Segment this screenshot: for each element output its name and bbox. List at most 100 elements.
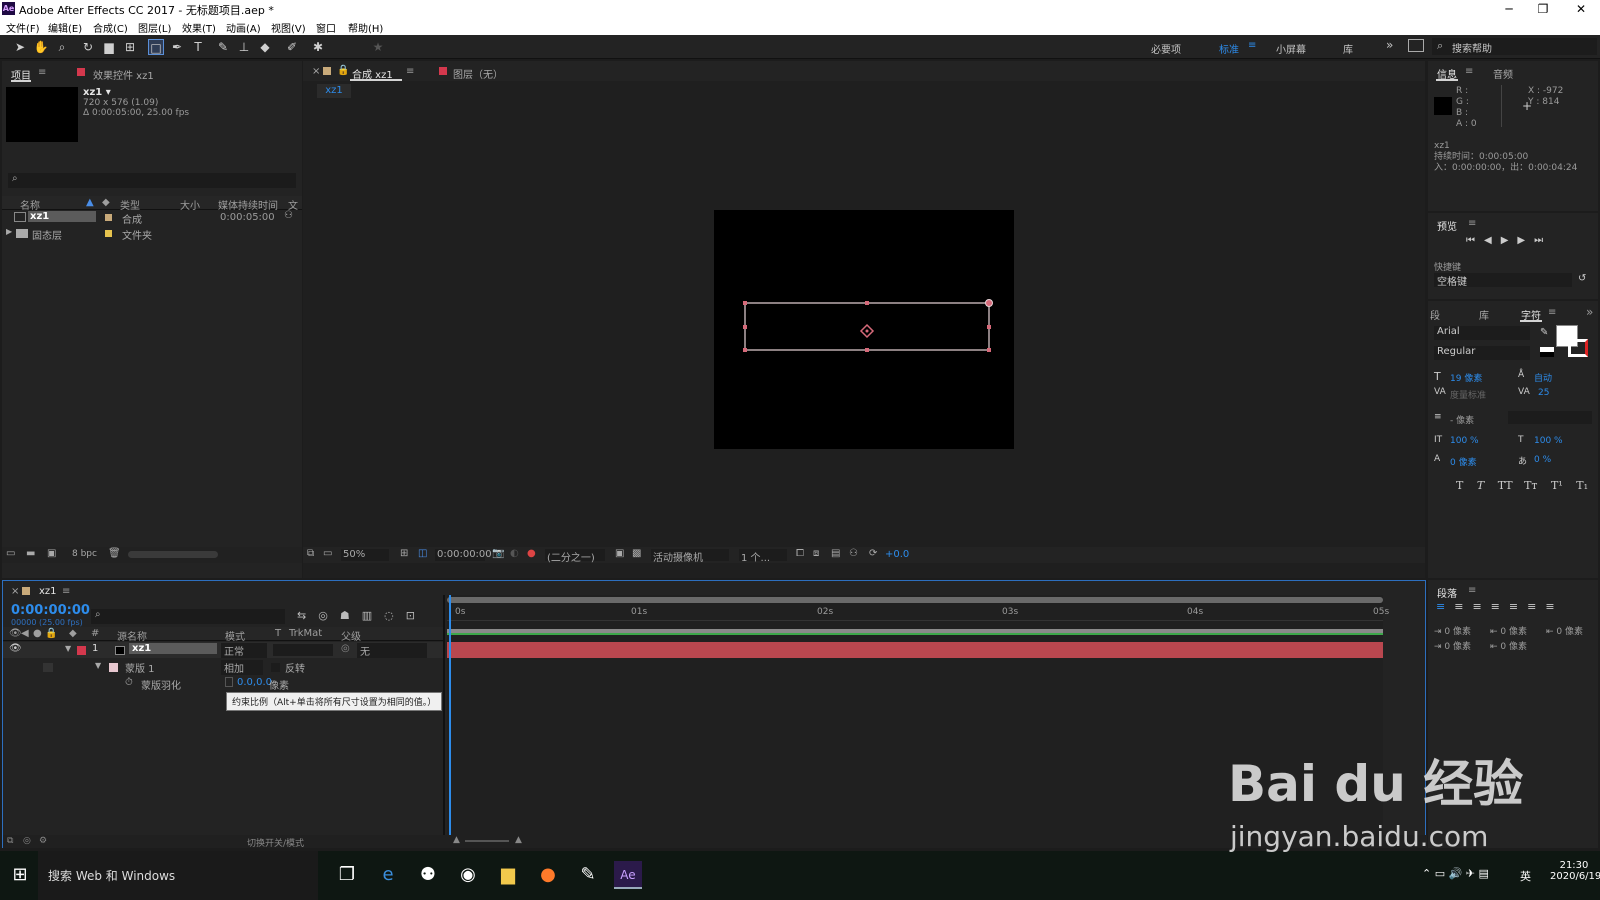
time-ruler[interactable]: 0s 01s 02s 03s 04s 05s	[447, 605, 1389, 621]
tab-layer[interactable]: 图层（无）	[453, 66, 503, 81]
close-tab-icon[interactable]: ×	[312, 66, 320, 77]
hand-tool-icon[interactable]: ✋	[33, 39, 49, 55]
audio-toggle-icon[interactable]: ◀	[21, 628, 29, 639]
menu-effect[interactable]: 效果(T)	[182, 20, 216, 35]
after-effects-taskbar-icon[interactable]: Ae	[614, 861, 642, 889]
superscript-button[interactable]: T¹	[1551, 479, 1563, 492]
taskbar-search[interactable]: 搜索 Web 和 Windows	[38, 851, 318, 900]
justify-left-icon[interactable]: ≡	[1491, 600, 1509, 613]
type-tool-icon[interactable]: T	[190, 39, 206, 55]
font-style-dropdown[interactable]: Regular	[1434, 346, 1530, 360]
baseline-shift-value[interactable]: 0 像素	[1450, 455, 1477, 468]
timeline-search-input[interactable]: ⌕	[91, 609, 285, 624]
horizontal-scale-value[interactable]: 100 %	[1534, 436, 1563, 446]
tab-timeline-comp[interactable]: xz1	[39, 586, 57, 597]
font-size-value[interactable]: 19 像素	[1450, 371, 1482, 384]
channels-icon[interactable]: ●	[527, 548, 536, 559]
tsume-value[interactable]: 0 %	[1534, 455, 1551, 465]
new-folder-icon[interactable]: ▬	[26, 548, 35, 559]
new-comp-icon[interactable]: ▣	[47, 548, 56, 559]
motion-blur-icon[interactable]: ◌	[384, 609, 406, 622]
project-search-input[interactable]: ⌕	[8, 173, 296, 188]
show-snapshot-icon[interactable]: ◐	[510, 548, 519, 559]
toggle-pixel-aspect-icon[interactable]: ⧠	[796, 548, 804, 559]
align-right-icon[interactable]: ≡	[1472, 600, 1490, 613]
all-caps-button[interactable]: TT	[1498, 479, 1513, 492]
first-line-indent[interactable]: ⇥ 0 像素	[1434, 639, 1471, 652]
firefox-icon[interactable]: ●	[534, 861, 562, 889]
project-scrollbar[interactable]	[128, 551, 218, 558]
stroke-color-swatch[interactable]	[1568, 339, 1588, 357]
tray-icons[interactable]: ⌃ ▭ 🔊 ✈ ▤	[1422, 867, 1489, 880]
expand-arrow-icon[interactable]: ▶	[6, 227, 12, 236]
clock[interactable]: 21:30 2020/6/19	[1550, 860, 1600, 882]
workspace-small-screen[interactable]: 小屏幕	[1276, 41, 1306, 56]
help-search-input[interactable]: ⌕ 搜索帮助	[1432, 38, 1597, 55]
menu-animation[interactable]: 动画(A)	[226, 20, 261, 35]
trash-icon[interactable]: 🗑	[108, 548, 121, 559]
vertical-scale-value[interactable]: 100 %	[1450, 436, 1479, 446]
mask-lock-toggle[interactable]	[43, 663, 53, 672]
comp-mini-flowchart-icon[interactable]: ⇆	[297, 609, 318, 622]
camera-tool-icon[interactable]: ▆	[101, 39, 117, 55]
panel-menu-icon[interactable]: ≡	[1465, 66, 1473, 77]
col-parent[interactable]: 父级	[341, 628, 361, 643]
faux-bold-button[interactable]: T	[1456, 479, 1463, 492]
eyedropper-icon[interactable]: ✎	[1540, 327, 1548, 338]
shy-icon[interactable]: ☗	[340, 609, 362, 622]
workspace-standard[interactable]: 标准	[1219, 41, 1239, 56]
comp-breadcrumb[interactable]: xz1	[317, 84, 351, 98]
panel-menu-icon[interactable]: ≡	[406, 66, 414, 77]
zoom-tool-icon[interactable]: ⌕	[54, 39, 70, 55]
tab-audio[interactable]: 音频	[1493, 66, 1513, 81]
paragraph-title[interactable]: 段落	[1437, 585, 1457, 600]
menu-composition[interactable]: 合成(C)	[93, 20, 128, 35]
small-caps-button[interactable]: Tт	[1524, 479, 1537, 492]
expand-transfer-controls-icon[interactable]: ◎	[23, 836, 31, 846]
task-view-icon[interactable]: ❐	[333, 861, 361, 889]
menu-file[interactable]: 文件(F)	[6, 20, 40, 35]
zoom-out-icon[interactable]: ▲	[453, 835, 460, 845]
mask-mode-dropdown[interactable]: 相加	[221, 660, 263, 675]
indent-left[interactable]: ⇥ 0 像素	[1434, 624, 1471, 637]
faux-italic-button[interactable]: T	[1477, 479, 1484, 492]
layer-mode-dropdown[interactable]: 正常	[221, 643, 267, 658]
timeline-icon[interactable]: ▤	[831, 548, 840, 559]
stopwatch-icon[interactable]: ⏱	[125, 677, 133, 688]
tab-effect-controls[interactable]: 效果控件 xz1	[93, 67, 154, 82]
pickwhip-icon[interactable]: ◎	[341, 643, 350, 654]
comp-name[interactable]: xz1 ▾	[83, 87, 111, 98]
draft-3d-icon[interactable]: ◎	[318, 609, 340, 622]
sort-up-icon[interactable]: ▲	[86, 197, 94, 208]
workspace-menu-icon[interactable]: ≡	[1248, 40, 1256, 51]
selection-tool-icon[interactable]: ➤	[12, 39, 28, 55]
flowchart-icon[interactable]: ⚇	[849, 548, 858, 559]
project-row[interactable]: xz1 合成 0:00:05:00 ⚇	[2, 210, 302, 226]
zoom-slider[interactable]	[465, 840, 509, 842]
panel-menu-icon[interactable]: ≡	[1468, 585, 1476, 596]
hash-icon[interactable]: #	[91, 628, 99, 639]
zoom-dropdown[interactable]: 50%	[341, 549, 389, 561]
first-frame-icon[interactable]: ⏮	[1466, 235, 1484, 246]
tab-paragraph-short[interactable]: 段	[1430, 307, 1440, 322]
col-source-name[interactable]: 源名称	[117, 628, 147, 643]
solo-icon[interactable]: ●	[33, 628, 42, 639]
menu-window[interactable]: 窗口	[316, 20, 336, 35]
puppet-pin-icon[interactable]: ✱	[310, 39, 326, 55]
people-icon[interactable]: ⚉	[414, 861, 442, 889]
play-icon[interactable]: ▶	[1501, 235, 1518, 246]
space-after[interactable]: ⇤ 0 像素	[1490, 639, 1527, 652]
font-family-dropdown[interactable]: Arial	[1434, 326, 1530, 340]
last-frame-icon[interactable]: ⏭	[1534, 235, 1552, 246]
panel-menu-icon[interactable]: ≡	[1468, 218, 1476, 229]
subscript-button[interactable]: T₁	[1576, 479, 1588, 492]
eye-icon[interactable]: 👁	[9, 643, 22, 654]
current-time[interactable]: 0:00:00:00	[11, 603, 90, 618]
panel-menu-icon[interactable]: ≡	[62, 586, 70, 597]
black-white-swatch[interactable]	[1540, 347, 1554, 357]
justify-center-icon[interactable]: ≡	[1509, 600, 1527, 613]
parent-dropdown[interactable]: 无	[357, 643, 427, 658]
camera-dropdown[interactable]: 活动摄像机	[651, 549, 729, 564]
justify-all-icon[interactable]: ≡	[1545, 600, 1563, 613]
workspace-essentials[interactable]: 必要项	[1151, 41, 1181, 56]
